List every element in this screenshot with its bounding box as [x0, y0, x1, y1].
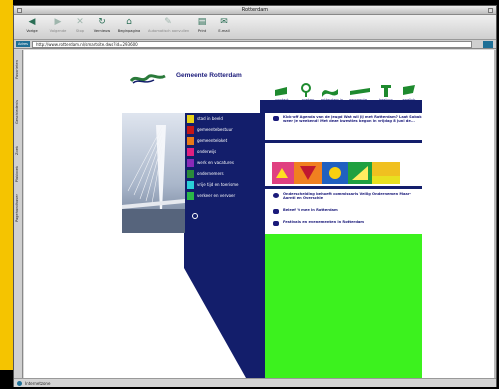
chevron-icon: [273, 116, 279, 121]
news-item[interactable]: Onderscheiding behoeft commissaris Veili…: [273, 192, 419, 204]
refresh-icon: ↻: [98, 17, 106, 27]
menu-item-vrije-tijd[interactable]: vrije tijd en toerisme: [187, 180, 259, 190]
menu-label: werk en vacatures: [197, 160, 234, 165]
tab-page-holder[interactable]: Pagehandhaver: [15, 194, 22, 222]
forward-label: Volgende: [49, 29, 67, 33]
explorer-side-tabs: Favorieten Geschiedenis Zoek Plakboek Pa…: [14, 50, 23, 378]
scrollbar[interactable]: [494, 50, 496, 378]
news-text: Kick-off Agenda van de jeugd Wat wil jij…: [283, 115, 422, 124]
tab-history[interactable]: Geschiedenis: [15, 100, 22, 124]
chevron-icon: [273, 221, 279, 226]
menu-swatch: [187, 137, 194, 145]
pillar-icon[interactable]: [379, 83, 393, 97]
menu-swatch: [187, 192, 194, 200]
desktop-edge: [0, 0, 13, 370]
rotterdam-logo-icon[interactable]: [130, 72, 166, 86]
circle-icon[interactable]: [192, 213, 198, 219]
menu-label: onderwijs: [197, 149, 217, 154]
autofill-button[interactable]: ✎ Automatisch aanvullen: [148, 17, 190, 38]
status-text: Internetzone: [25, 381, 51, 386]
festival-banner-image[interactable]: [272, 162, 400, 184]
home-icon: ⌂: [126, 17, 132, 27]
menu-item-gemeenteloket[interactable]: gemeenteloket: [187, 136, 259, 146]
browser-window: Rotterdam ◀ Vorige ▶ Volgende ✕ Stop ↻ V…: [13, 5, 497, 387]
stop-icon: ✕: [76, 17, 84, 27]
chevron-icon: [273, 193, 279, 198]
back-button[interactable]: ◀ Vorige: [20, 17, 44, 38]
home-button[interactable]: ⌂ Beginpagina: [114, 17, 144, 38]
back-arrow-icon: ◀: [28, 17, 36, 27]
menu-item-werk[interactable]: werk en vacatures: [187, 158, 259, 168]
address-label: Adres: [16, 41, 30, 47]
tab-favorites[interactable]: Favorieten: [15, 60, 22, 79]
menu-swatch: [187, 181, 194, 189]
menu-label: stad in beeld: [197, 116, 223, 121]
menu-item-gemeentebestuur[interactable]: gemeentebestuur: [187, 125, 259, 135]
wave-flag-icon[interactable]: [321, 83, 339, 97]
chevron-icon: [273, 209, 279, 214]
menu-swatch: [187, 126, 194, 134]
banner-flag-icon[interactable]: [349, 83, 371, 97]
news-divider: [265, 186, 422, 189]
print-label: Print: [197, 29, 207, 33]
page-viewport: Gemeente Rotterdam contact zoeken rotter…: [24, 50, 496, 378]
content-area: [265, 234, 422, 378]
globe-icon: [17, 381, 22, 386]
news-item[interactable]: Beleef 't mee in Rotterdam: [273, 208, 419, 216]
home-label: Beginpagina: [117, 29, 141, 33]
menu-swatch: [187, 148, 194, 156]
flag-icon[interactable]: [274, 83, 288, 97]
email-label: E-mail: [218, 29, 230, 33]
window-title: Rotterdam: [241, 7, 269, 13]
menu-item-stad[interactable]: stad in beeld: [187, 114, 259, 124]
tab-search[interactable]: Zoek: [15, 146, 22, 155]
status-bar: Internetzone: [14, 378, 496, 387]
menu-item-onderwijs[interactable]: onderwijs: [187, 147, 259, 157]
news-text: Onderscheiding behoeft commissaris Veili…: [283, 192, 412, 201]
refresh-button[interactable]: ↻ Vernieuw: [90, 17, 114, 38]
go-button[interactable]: [483, 41, 493, 48]
menu-label: ondernemers: [197, 171, 224, 176]
title-bar[interactable]: Rotterdam: [14, 6, 496, 15]
stop-label: Stop: [75, 29, 85, 33]
menu-label: vrije tijd en toerisme: [197, 182, 239, 187]
tab-scrapbook[interactable]: Plakboek: [15, 166, 22, 182]
refresh-label: Vernieuw: [93, 29, 111, 33]
menu-item-verkeer[interactable]: verkeer en vervoer: [187, 191, 259, 201]
nav-band: [260, 100, 422, 113]
menu-swatch: [187, 170, 194, 178]
menu-panel-slant: [184, 233, 260, 378]
address-input[interactable]: http://www.rotterdam.nl/smartsite.dws?id…: [32, 41, 472, 48]
mail-icon: ✉: [220, 17, 228, 27]
news-item[interactable]: Kick-off Agenda van de jeugd Wat wil jij…: [273, 115, 422, 137]
news-divider: [265, 140, 422, 143]
news-item[interactable]: Festivals en evenementen in Rotterdam: [273, 220, 419, 228]
erasmus-bridge-photo: [122, 113, 185, 233]
pen-icon: ✎: [164, 17, 172, 27]
magnifier-icon[interactable]: [299, 83, 313, 97]
address-bar: Adres http://www.rotterdam.nl/smartsite.…: [14, 40, 496, 49]
menu-label: gemeenteloket: [197, 138, 228, 143]
menu-item-ondernemers[interactable]: ondernemers: [187, 169, 259, 179]
stop-button[interactable]: ✕ Stop: [68, 17, 92, 38]
printer-icon: ▤: [197, 17, 207, 27]
toolbar: ◀ Vorige ▶ Volgende ✕ Stop ↻ Vernieuw ⌂ …: [14, 15, 496, 40]
news-text: Beleef 't mee in Rotterdam: [283, 208, 338, 212]
menu-swatch: [187, 115, 194, 123]
forward-button[interactable]: ▶ Volgende: [46, 17, 70, 38]
news-text: Festivals en evenementen in Rotterdam: [283, 220, 365, 224]
forward-arrow-icon: ▶: [54, 17, 62, 27]
email-button[interactable]: ✉ E-mail: [212, 17, 236, 38]
site-title[interactable]: Gemeente Rotterdam: [176, 72, 242, 79]
autofill-label: Automatisch aanvullen: [148, 29, 190, 33]
flag-icon[interactable]: [402, 83, 416, 97]
menu-label: gemeentebestuur: [197, 127, 233, 132]
menu-swatch: [187, 159, 194, 167]
print-button[interactable]: ▤ Print: [190, 17, 214, 38]
back-label: Vorige: [26, 29, 38, 33]
menu-label: verkeer en vervoer: [197, 193, 236, 198]
